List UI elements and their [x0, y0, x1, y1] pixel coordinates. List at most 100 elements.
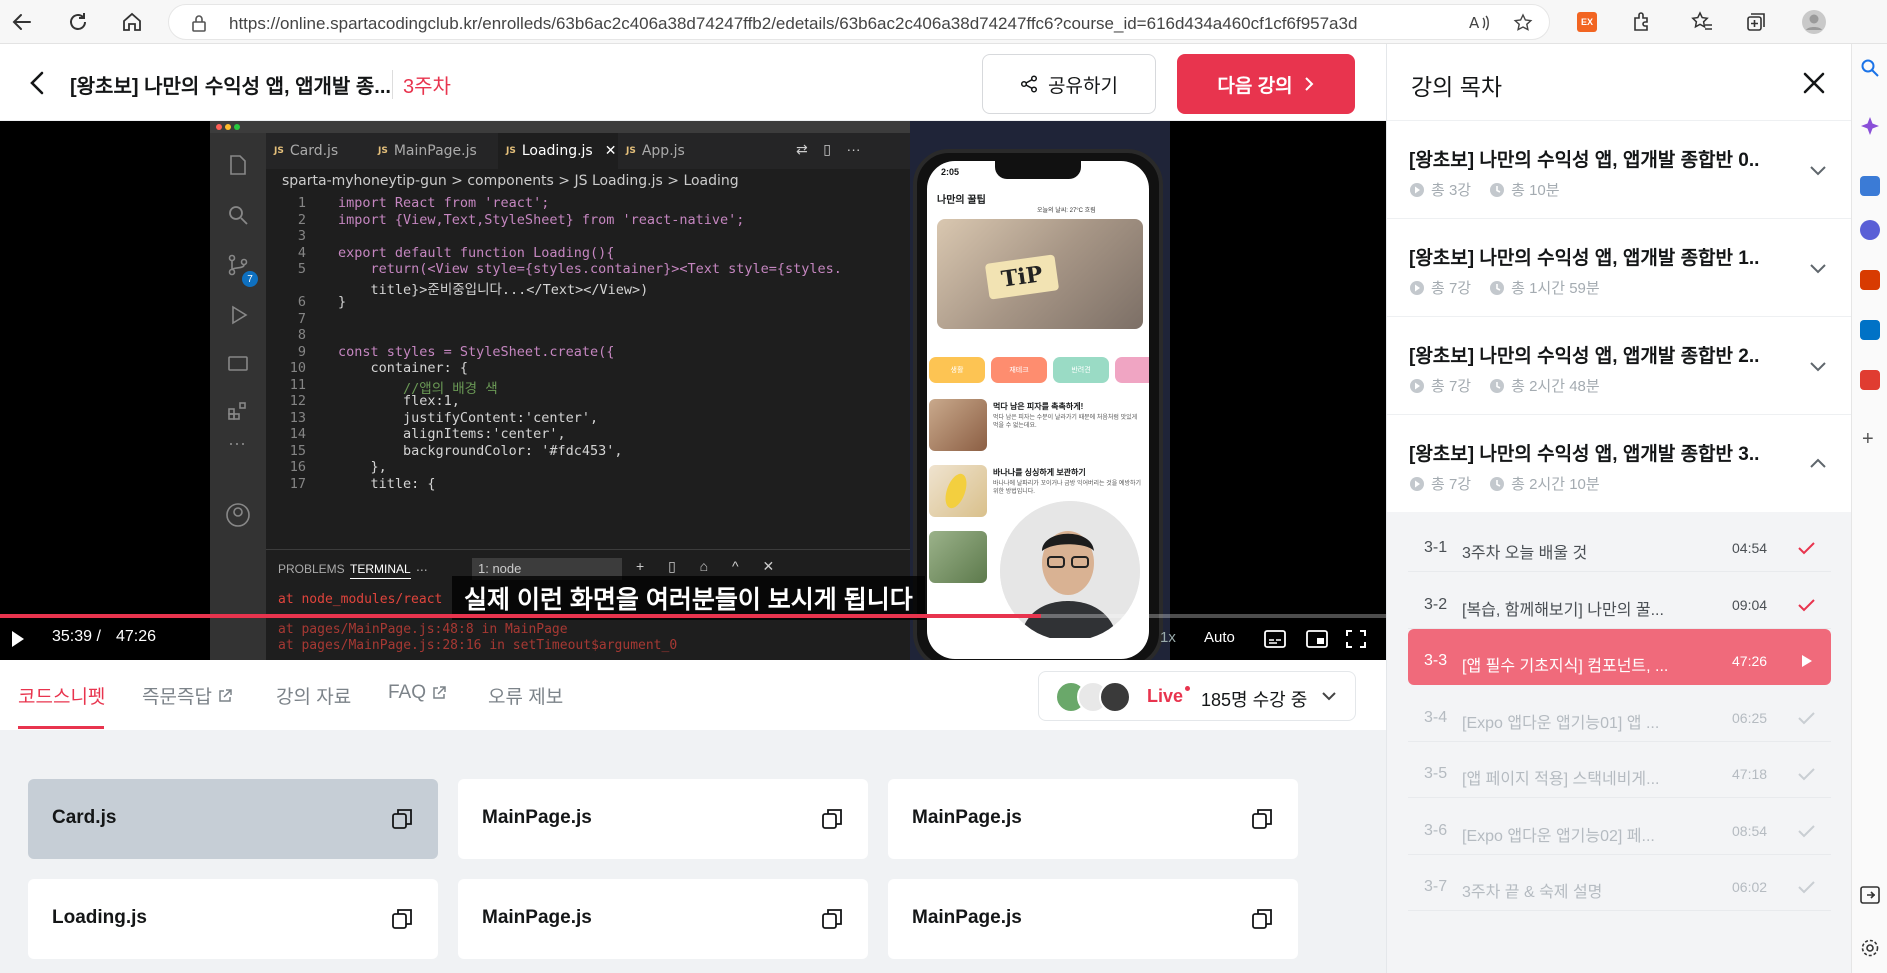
snippet-card[interactable]: MainPage.js — [458, 879, 868, 959]
lesson-item[interactable]: 3-5 [앱 페이지 적용] 스택네비게... 47:18 — [1408, 742, 1831, 798]
lesson-number: 3-5 — [1424, 765, 1448, 782]
fullscreen-icon[interactable] — [1346, 630, 1366, 648]
play-icon[interactable] — [10, 630, 26, 648]
copilot-icon[interactable] — [1860, 116, 1880, 136]
browser-toolbar: https://online.spartacodingclub.kr/enrol… — [0, 0, 1887, 44]
scm-badge: 7 — [242, 271, 258, 287]
lesson-item[interactable]: 3-2 [복습, 함께해보기] 나만의 꿀... 09:04 — [1408, 573, 1831, 629]
chapter-item[interactable]: [왕초보] 나만의 수익성 앱, 앱개발 종합반 3... 총 7강 총 2시간 1… — [1387, 415, 1852, 513]
lesson-item[interactable]: 3-6 [Expo 앱다운 앱기능02] 페... 08:54 — [1408, 799, 1831, 855]
lesson-item[interactable]: 3-7 3주차 끝 & 숙제 설명 06:02 — [1408, 855, 1831, 911]
run-debug-icon — [232, 305, 248, 325]
remote-explorer-icon — [228, 356, 248, 371]
tab-error-report[interactable]: 오류 제보 — [488, 682, 563, 709]
copy-icon[interactable] — [1250, 807, 1274, 831]
tip-title: 먹다 남은 피자를 촉촉하게! — [993, 402, 1084, 411]
more-icon: ··· — [228, 433, 246, 453]
vs-tab: JS MainPage.js — [378, 143, 477, 159]
chapter-count: 총 7강 — [1431, 378, 1472, 395]
video-controls: 35:39 / 47:26 1x Auto — [0, 618, 1386, 660]
code-line: const styles = StyleSheet.create({ — [338, 343, 615, 360]
tab-code-snippet[interactable]: 코드스니펫 — [18, 682, 105, 709]
time-current: 35:39 / — [52, 628, 101, 645]
profile-avatar-icon[interactable] — [1800, 8, 1828, 36]
extensions-puzzle-icon[interactable] — [1628, 8, 1656, 36]
tab-qna[interactable]: 즉문즉답 — [142, 682, 232, 709]
office-icon[interactable] — [1860, 270, 1880, 290]
tools-icon[interactable] — [1860, 176, 1880, 196]
course-title: [왕초보] 나만의 수익성 앱, 앱개발 종... — [70, 76, 391, 98]
play-circle-icon — [1410, 182, 1424, 197]
add-icon[interactable]: + — [1862, 428, 1874, 451]
code-line: return(<View style={styles.container}><T… — [338, 261, 842, 277]
check-icon — [1798, 598, 1815, 611]
chapter-item[interactable]: [왕초보] 나만의 수익성 앱, 앱개발 종합반 1... 총 7강 총 1시간 5… — [1387, 219, 1852, 317]
favorite-add-icon[interactable] — [1513, 13, 1535, 33]
sidebar-header: 강의 목차 — [1387, 44, 1852, 121]
address-bar[interactable]: https://online.spartacodingclub.kr/enrol… — [168, 4, 1550, 40]
extension-ex-icon[interactable]: EX — [1573, 8, 1601, 36]
volume-icon[interactable] — [1016, 629, 1038, 649]
refresh-icon[interactable] — [62, 6, 94, 38]
lesson-item[interactable]: 3-1 3주차 오늘 배울 것 04:54 — [1408, 516, 1831, 572]
sidebar-toggle-icon[interactable] — [1860, 886, 1880, 904]
line-number: 1 — [297, 195, 306, 211]
settings-gear-icon[interactable] — [1860, 938, 1880, 958]
collections-icon[interactable] — [1742, 8, 1770, 36]
snippet-card[interactable]: MainPage.js — [888, 879, 1298, 959]
lesson-duration: 06:25 — [1732, 709, 1768, 726]
quality-select[interactable]: Auto — [1204, 629, 1235, 646]
tab-materials[interactable]: 강의 자료 — [276, 682, 351, 709]
chapter-item[interactable]: [왕초보] 나만의 수익성 앱, 앱개발 종합반 0... 총 3강 총 10분 — [1387, 121, 1852, 219]
copy-icon[interactable] — [390, 907, 414, 931]
code-line: container: { — [338, 360, 469, 376]
copy-icon[interactable] — [820, 907, 844, 931]
line-number: 15 — [289, 442, 306, 459]
share-button[interactable]: 공유하기 — [982, 54, 1156, 114]
live-viewers-box[interactable]: Live 185명 수강 중 — [1038, 671, 1356, 721]
people-icon[interactable] — [1860, 220, 1880, 240]
copy-icon[interactable] — [390, 807, 414, 831]
lock-icon — [192, 15, 206, 32]
read-aloud-icon[interactable]: A — [1469, 13, 1491, 33]
search-icon[interactable] — [1860, 58, 1880, 78]
check-icon — [1798, 542, 1815, 555]
app-icon[interactable] — [1860, 370, 1880, 390]
home-icon[interactable] — [116, 6, 148, 38]
close-icon[interactable] — [1799, 68, 1829, 98]
playback-speed[interactable]: 1x — [1160, 629, 1176, 646]
snippet-card[interactable]: MainPage.js — [458, 779, 868, 859]
lesson-duration: 47:18 — [1732, 766, 1768, 782]
next-lecture-button[interactable]: 다음 강의 — [1177, 54, 1355, 114]
chapter-item[interactable]: [왕초보] 나만의 수익성 앱, 앱개발 종합반 2... 총 7강 총 2시간 4… — [1387, 317, 1852, 415]
video-player[interactable]: 7 ··· JS Card.js JS MainPage.js JS Loading.… — [0, 121, 1386, 660]
lesson-list: 3-1 3주차 오늘 배울 것 04:54 3-2 [복습, 함께해보기] 나만의 꿀.… — [1387, 512, 1852, 973]
copy-icon[interactable] — [1250, 907, 1274, 931]
line-number: 16 — [289, 459, 306, 475]
favorites-icon[interactable] — [1688, 8, 1716, 36]
vscode-titlebar — [210, 121, 910, 133]
external-link-icon — [433, 686, 446, 699]
code-line: import React from 'react'; — [338, 195, 550, 211]
snippet-card[interactable]: Loading.js — [28, 879, 438, 959]
picture-in-picture-icon[interactable] — [1306, 630, 1328, 648]
phone-time: 2:05 — [941, 167, 960, 177]
back-icon[interactable] — [6, 6, 38, 38]
copy-icon[interactable] — [820, 807, 844, 831]
snippet-card[interactable]: Card.js — [28, 779, 438, 859]
chapter-meta: 총 3강 총 10분 — [1409, 179, 1560, 200]
volume-slider[interactable] — [1046, 638, 1136, 641]
line-number: 5 — [297, 261, 306, 277]
lesson-item[interactable]: 3-4 [Expo 앱다운 앱기능01] 앱 ... 06:25 — [1408, 686, 1831, 742]
outlook-icon[interactable] — [1860, 320, 1880, 340]
back-arrow-icon[interactable] — [26, 70, 50, 96]
subtitles-icon[interactable] — [1264, 630, 1286, 648]
active-tab-underline — [18, 726, 104, 729]
snippet-card[interactable]: MainPage.js — [888, 779, 1298, 859]
tab-faq[interactable]: FAQ — [388, 682, 446, 704]
url-text[interactable]: https://online.spartacodingclub.kr/enrol… — [229, 14, 1357, 34]
line-number: 13 — [289, 409, 306, 426]
lesson-duration: 08:54 — [1732, 822, 1768, 839]
line-number: 2 — [297, 211, 306, 228]
lesson-item-current[interactable]: 3-3 [앱 필수 기초지식] 컴포넌트, ... 47:26 — [1408, 629, 1831, 685]
